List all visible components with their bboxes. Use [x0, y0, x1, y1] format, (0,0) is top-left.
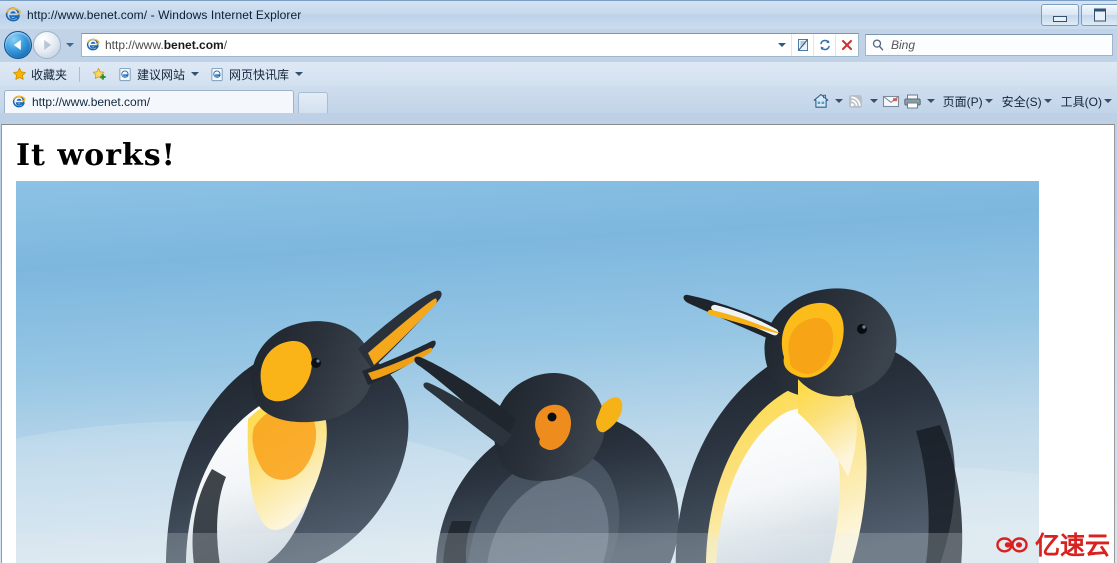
- web-slice-gallery-button[interactable]: 网页快讯库: [206, 65, 307, 84]
- read-mail-button[interactable]: [880, 90, 902, 112]
- minimize-icon: [1053, 16, 1067, 22]
- search-placeholder: Bing: [891, 38, 916, 52]
- chevron-down-icon: [1104, 99, 1112, 103]
- search-magnifier-icon: [872, 39, 884, 51]
- page-title: It works!: [16, 138, 176, 173]
- add-to-favorites-bar-button[interactable]: [88, 66, 111, 83]
- address-bar[interactable]: http://www.benet.com/: [81, 33, 859, 57]
- minimize-button[interactable]: [1041, 4, 1079, 26]
- address-url-text: http://www.benet.com/: [105, 38, 773, 52]
- page-menu-button[interactable]: 页面(P): [937, 90, 996, 112]
- suggested-sites-label: 建议网站: [137, 67, 186, 82]
- feeds-dropdown-button[interactable]: [867, 90, 880, 112]
- compatibility-view-button[interactable]: [791, 34, 813, 56]
- recent-pages-button[interactable]: [62, 32, 78, 58]
- forward-arrow-icon: [44, 40, 52, 50]
- tab-benet[interactable]: http://www.benet.com/: [4, 90, 294, 113]
- navigation-bar: http://www.benet.com/ Bing: [0, 29, 1117, 61]
- rss-feed-icon: [849, 94, 863, 108]
- browser-window-screenshot: http://www.benet.com/ - Windows Internet…: [0, 0, 1117, 563]
- web-slice-gallery-label: 网页快讯库: [229, 67, 290, 82]
- ie-window: http://www.benet.com/ - Windows Internet…: [0, 0, 1117, 563]
- ie-logo-icon: [4, 6, 22, 24]
- tab-label: http://www.benet.com/: [32, 95, 151, 109]
- page-viewport: It works! 亿速云: [1, 124, 1115, 563]
- chevron-down-icon: [295, 72, 304, 76]
- search-box[interactable]: Bing: [865, 34, 1113, 56]
- penguin-photo-illustration: [16, 181, 1039, 563]
- maximize-restore-button[interactable]: [1081, 4, 1117, 26]
- ie-page-icon: [211, 67, 223, 81]
- add-favorite-icon: [92, 67, 106, 80]
- mail-envelope-icon: [882, 95, 899, 108]
- chevron-down-icon: [984, 99, 993, 103]
- safety-menu-label: 安全(S): [1001, 94, 1042, 109]
- window-title: http://www.benet.com/ - Windows Internet…: [27, 8, 302, 22]
- print-dropdown-button[interactable]: [924, 90, 937, 112]
- chevron-down-icon: [927, 99, 936, 103]
- star-icon: [13, 67, 26, 80]
- penguins-image: [16, 181, 1039, 563]
- ie-page-icon: [11, 94, 27, 110]
- command-bar: 页面(P) 安全(S) 工具(O): [810, 90, 1117, 112]
- address-bar-buttons: [773, 34, 857, 56]
- toolbar-separator: [79, 66, 81, 82]
- suggested-sites-button[interactable]: 建议网站: [114, 65, 203, 84]
- printer-icon: [904, 94, 921, 108]
- chevron-down-icon: [1043, 99, 1052, 103]
- chevron-down-icon: [778, 43, 786, 47]
- window-controls: [1041, 4, 1117, 26]
- safety-menu-button[interactable]: 安全(S): [996, 90, 1055, 112]
- home-button[interactable]: [810, 90, 832, 112]
- favorites-center-button[interactable]: 收藏夹: [8, 65, 71, 84]
- chevron-down-icon: [835, 99, 844, 103]
- feeds-button[interactable]: [845, 90, 867, 112]
- title-bar: http://www.benet.com/ - Windows Internet…: [0, 1, 1117, 29]
- url-suffix: /: [223, 38, 228, 52]
- forward-button[interactable]: [33, 31, 61, 59]
- stop-button[interactable]: [835, 34, 857, 56]
- new-tab-button[interactable]: [298, 92, 328, 113]
- home-icon: [813, 93, 829, 108]
- tab-bar: http://www.benet.com/ 页面(P) 安全(S) 工具(O): [0, 86, 1117, 113]
- url-domain: benet.com: [163, 38, 224, 52]
- tools-menu-button[interactable]: 工具(O): [1055, 90, 1115, 112]
- url-protocol: http://www.: [105, 38, 164, 52]
- restore-icon: [1094, 8, 1106, 22]
- print-button[interactable]: [902, 90, 924, 112]
- close-x-icon: [841, 39, 852, 51]
- home-dropdown-button[interactable]: [832, 90, 845, 112]
- chevron-down-icon: [191, 72, 200, 76]
- refresh-icon: [819, 39, 830, 51]
- tools-menu-label: 工具(O): [1060, 94, 1102, 109]
- ie-page-icon: [119, 67, 131, 81]
- favorites-bar: 收藏夹 建议网站 网页快讯库: [0, 61, 1117, 86]
- chevron-down-icon: [870, 99, 879, 103]
- compatibility-page-icon: [797, 39, 808, 51]
- page-menu-label: 页面(P): [942, 94, 983, 109]
- refresh-button[interactable]: [813, 34, 835, 56]
- favorites-label: 收藏夹: [31, 67, 68, 82]
- cloud-swirl-logo-icon: [996, 537, 1028, 553]
- ie-page-icon: [85, 37, 101, 53]
- back-button[interactable]: [4, 31, 32, 59]
- back-arrow-icon: [13, 40, 21, 50]
- chevron-down-icon: [66, 43, 74, 47]
- watermark: 亿速云: [996, 533, 1110, 559]
- address-dropdown-button[interactable]: [773, 34, 791, 56]
- watermark-text: 亿速云: [1034, 531, 1110, 560]
